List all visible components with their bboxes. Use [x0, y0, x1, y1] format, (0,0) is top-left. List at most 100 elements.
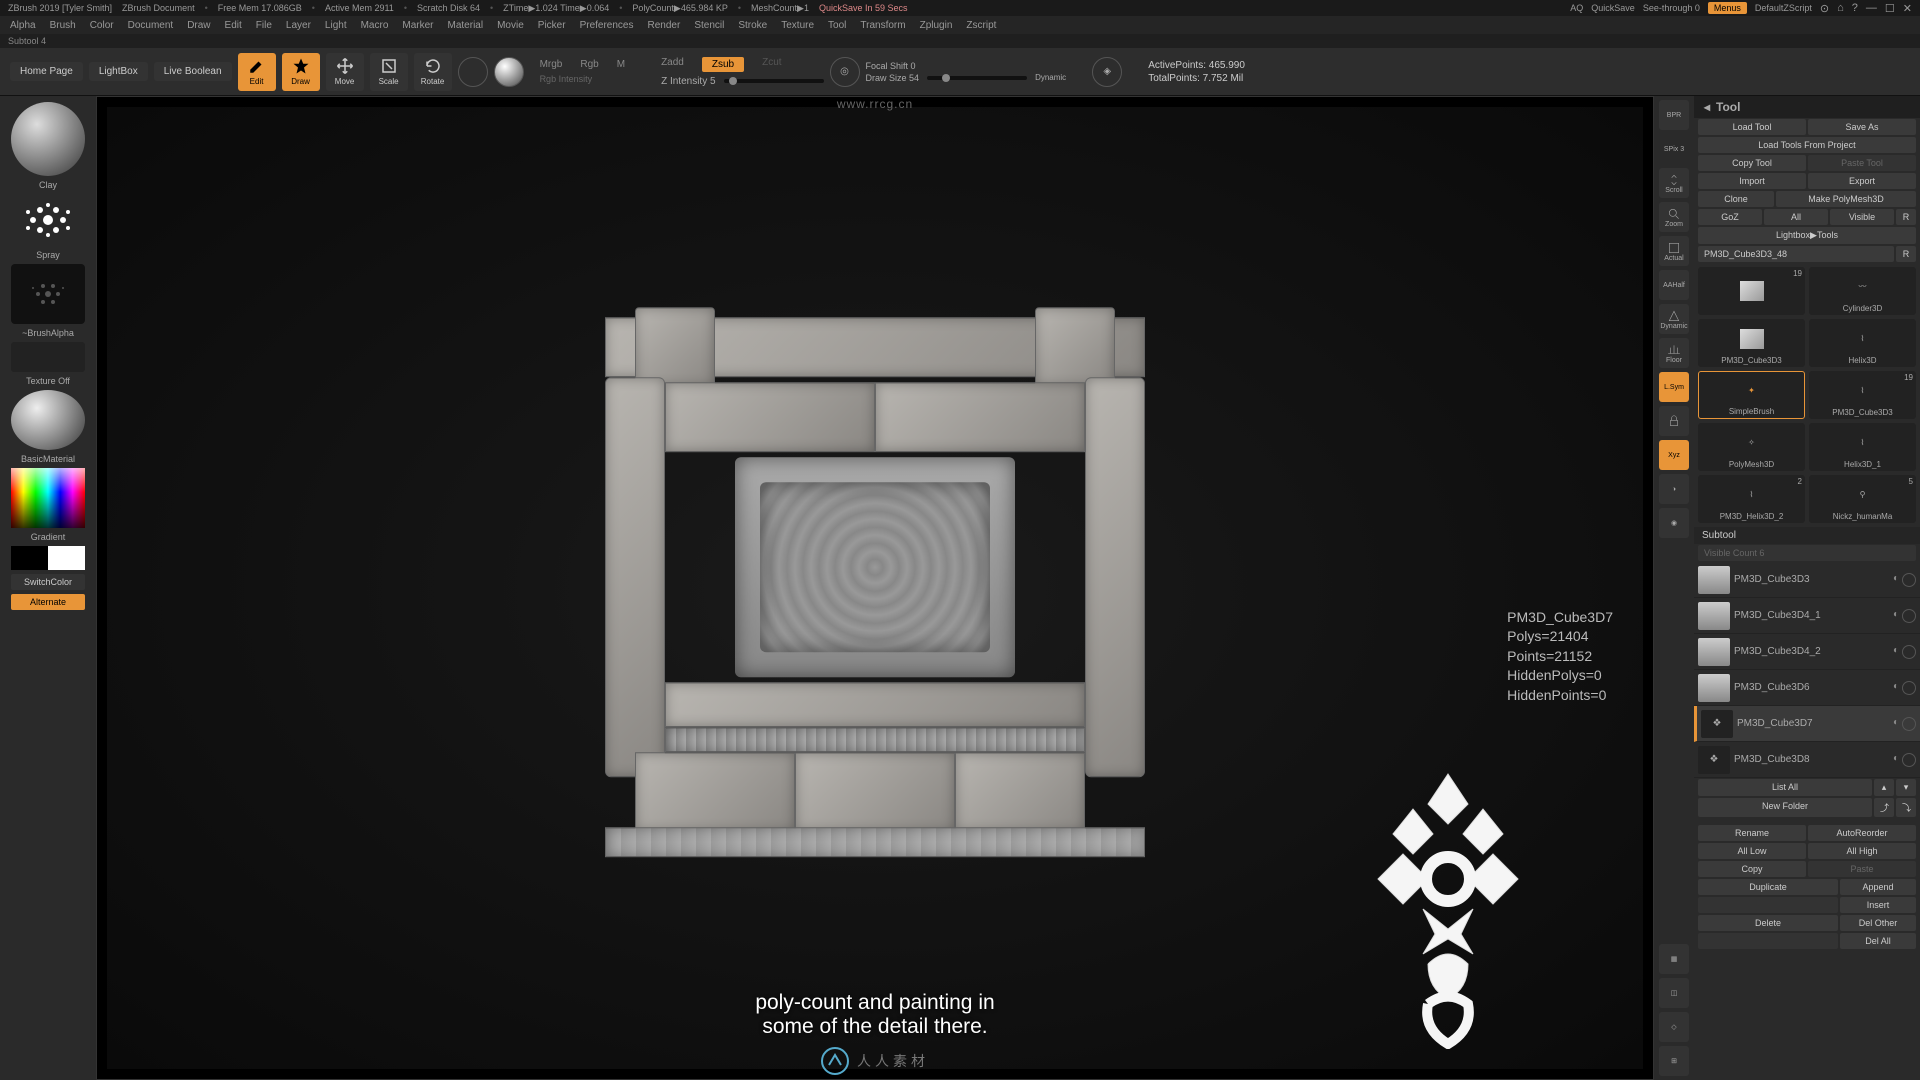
menu-movie[interactable]: Movie — [497, 20, 524, 31]
draw-button[interactable]: Draw — [282, 53, 320, 91]
menu-transform[interactable]: Transform — [860, 20, 905, 31]
down-arrow-icon[interactable]: ▾ — [1896, 779, 1916, 796]
tool-thumb[interactable]: ⌇Helix3D_1 — [1809, 423, 1916, 471]
stroke-preview[interactable] — [11, 194, 85, 246]
r-btn2[interactable]: R — [1896, 246, 1916, 262]
grid-button[interactable]: ⊞ — [1659, 1046, 1689, 1076]
zscript-label[interactable]: DefaultZScript — [1755, 3, 1812, 13]
aahalf-button[interactable]: AAHalf — [1659, 270, 1689, 300]
xyz-button[interactable]: Xyz — [1659, 440, 1689, 470]
tool-thumb[interactable]: ⌇Helix3D — [1809, 319, 1916, 367]
eye-icon[interactable] — [1902, 681, 1916, 695]
quicksave-btn[interactable]: QuickSave — [1591, 3, 1635, 13]
movedown-icon[interactable]: ⤵ — [1896, 798, 1916, 817]
menu-edit[interactable]: Edit — [225, 20, 242, 31]
subtool-item[interactable]: PM3D_Cube3D4_2◐ — [1694, 634, 1920, 670]
delother-btn[interactable]: Del Other — [1840, 915, 1916, 931]
polyf-button[interactable]: ▦ — [1659, 944, 1689, 974]
menu-light[interactable]: Light — [325, 20, 347, 31]
brush-preview[interactable] — [11, 102, 85, 176]
persp-button[interactable]: Dynamic — [1659, 304, 1689, 334]
solo-button[interactable]: ◑ — [1659, 474, 1689, 504]
maximize-icon[interactable]: ☐ — [1885, 2, 1895, 15]
zint-slider[interactable] — [724, 79, 824, 83]
subtool-item[interactable]: ❖PM3D_Cube3D8◐ — [1694, 742, 1920, 778]
brush-icon[interactable]: ◐ — [1893, 573, 1899, 587]
r-btn[interactable]: R — [1896, 209, 1916, 225]
brush-icon[interactable]: ◐ — [1893, 645, 1899, 659]
home-icon[interactable]: ⌂ — [1837, 2, 1844, 15]
color-swatches[interactable] — [11, 546, 85, 570]
mrgb-btn[interactable]: Mrgb — [540, 59, 563, 70]
menu-color[interactable]: Color — [90, 20, 114, 31]
seethrough[interactable]: See-through 0 — [1643, 3, 1700, 13]
lightbox-tools[interactable]: Lightbox▶Tools — [1698, 227, 1916, 244]
copy-btn[interactable]: Copy — [1698, 861, 1806, 877]
tool-thumb[interactable]: 〰Cylinder3D — [1809, 267, 1916, 315]
aq-label[interactable]: AQ — [1570, 3, 1583, 13]
delall-btn[interactable]: Del All — [1840, 933, 1916, 949]
menu-picker[interactable]: Picker — [538, 20, 566, 31]
menu-tool[interactable]: Tool — [828, 20, 846, 31]
liveboolean-button[interactable]: Live Boolean — [154, 62, 232, 81]
material-preview[interactable] — [11, 390, 85, 450]
drawsize-slider[interactable] — [927, 76, 1027, 80]
help-icon[interactable]: ? — [1852, 2, 1858, 15]
menu-material[interactable]: Material — [448, 20, 484, 31]
tool-header[interactable]: ◂ Tool — [1694, 96, 1920, 118]
color-picker[interactable] — [11, 468, 85, 528]
gradient-label[interactable]: Gradient — [31, 532, 66, 542]
up-arrow-icon[interactable]: ▴ — [1874, 779, 1894, 796]
xpose-button[interactable]: ◉ — [1659, 508, 1689, 538]
all-btn[interactable]: All — [1764, 209, 1828, 225]
switchcolor-btn[interactable]: SwitchColor — [11, 574, 85, 590]
tool-thumb[interactable]: ✧PolyMesh3D — [1698, 423, 1805, 471]
dynamic-label[interactable]: Dynamic — [1035, 73, 1066, 82]
tool-thumb[interactable]: 19⌇PM3D_Cube3D3 — [1809, 371, 1916, 419]
tool-thumb[interactable]: ✦SimpleBrush — [1698, 371, 1805, 419]
texture-preview[interactable] — [11, 342, 85, 372]
minimize-icon[interactable]: — — [1866, 2, 1877, 15]
subtool-item[interactable]: ❖PM3D_Cube3D7◐ — [1694, 706, 1920, 742]
menu-layer[interactable]: Layer — [286, 20, 311, 31]
export-btn[interactable]: Export — [1808, 173, 1916, 189]
tool-thumb[interactable]: 2⌇PM3D_Helix3D_2 — [1698, 475, 1805, 523]
alternate-btn[interactable]: Alternate — [11, 594, 85, 610]
tool-thumb[interactable]: 5⚲Nickz_humanMa — [1809, 475, 1916, 523]
paste-btn[interactable]: Paste — [1808, 861, 1916, 877]
menu-render[interactable]: Render — [648, 20, 681, 31]
edit-button[interactable]: Edit — [238, 53, 276, 91]
subtool-header[interactable]: Subtool — [1694, 527, 1920, 544]
brush-icon[interactable]: ◐ — [1893, 753, 1899, 767]
brush-icon[interactable]: ◐ — [1893, 609, 1899, 623]
bpr-button[interactable]: BPR — [1659, 100, 1689, 130]
menu-zplugin[interactable]: Zplugin — [920, 20, 953, 31]
eye-icon[interactable] — [1902, 717, 1916, 731]
eye-icon[interactable] — [1902, 645, 1916, 659]
loadproject-btn[interactable]: Load Tools From Project — [1698, 137, 1916, 153]
menu-stencil[interactable]: Stencil — [694, 20, 724, 31]
duplicate-btn[interactable]: Duplicate — [1698, 879, 1838, 895]
rotate-button[interactable]: Rotate — [414, 53, 452, 91]
gizmo-icon[interactable] — [458, 57, 488, 87]
homepage-button[interactable]: Home Page — [10, 62, 83, 81]
pastetool-btn[interactable]: Paste Tool — [1808, 155, 1916, 171]
menu-file[interactable]: File — [256, 20, 272, 31]
zsub-btn[interactable]: Zsub — [702, 57, 744, 72]
listall-btn[interactable]: List All — [1698, 779, 1872, 796]
menu-brush[interactable]: Brush — [50, 20, 76, 31]
menu-alpha[interactable]: Alpha — [10, 20, 36, 31]
clone-btn[interactable]: Clone — [1698, 191, 1774, 207]
actual-button[interactable]: Actual — [1659, 236, 1689, 266]
brush-icon[interactable]: ◐ — [1893, 717, 1899, 731]
goz-btn[interactable]: GoZ — [1698, 209, 1762, 225]
subtool-item[interactable]: PM3D_Cube3D4_1◐ — [1694, 598, 1920, 634]
insert-btn[interactable]: Insert — [1840, 897, 1916, 913]
moveup-icon[interactable]: ⤴ — [1874, 798, 1894, 817]
floor-button[interactable]: Floor — [1659, 338, 1689, 368]
localsym-button[interactable]: L.Sym — [1659, 372, 1689, 402]
loadtool-btn[interactable]: Load Tool — [1698, 119, 1806, 135]
menu-macro[interactable]: Macro — [361, 20, 389, 31]
menu-zscript[interactable]: Zscript — [966, 20, 996, 31]
transp-button[interactable]: ◫ — [1659, 978, 1689, 1008]
